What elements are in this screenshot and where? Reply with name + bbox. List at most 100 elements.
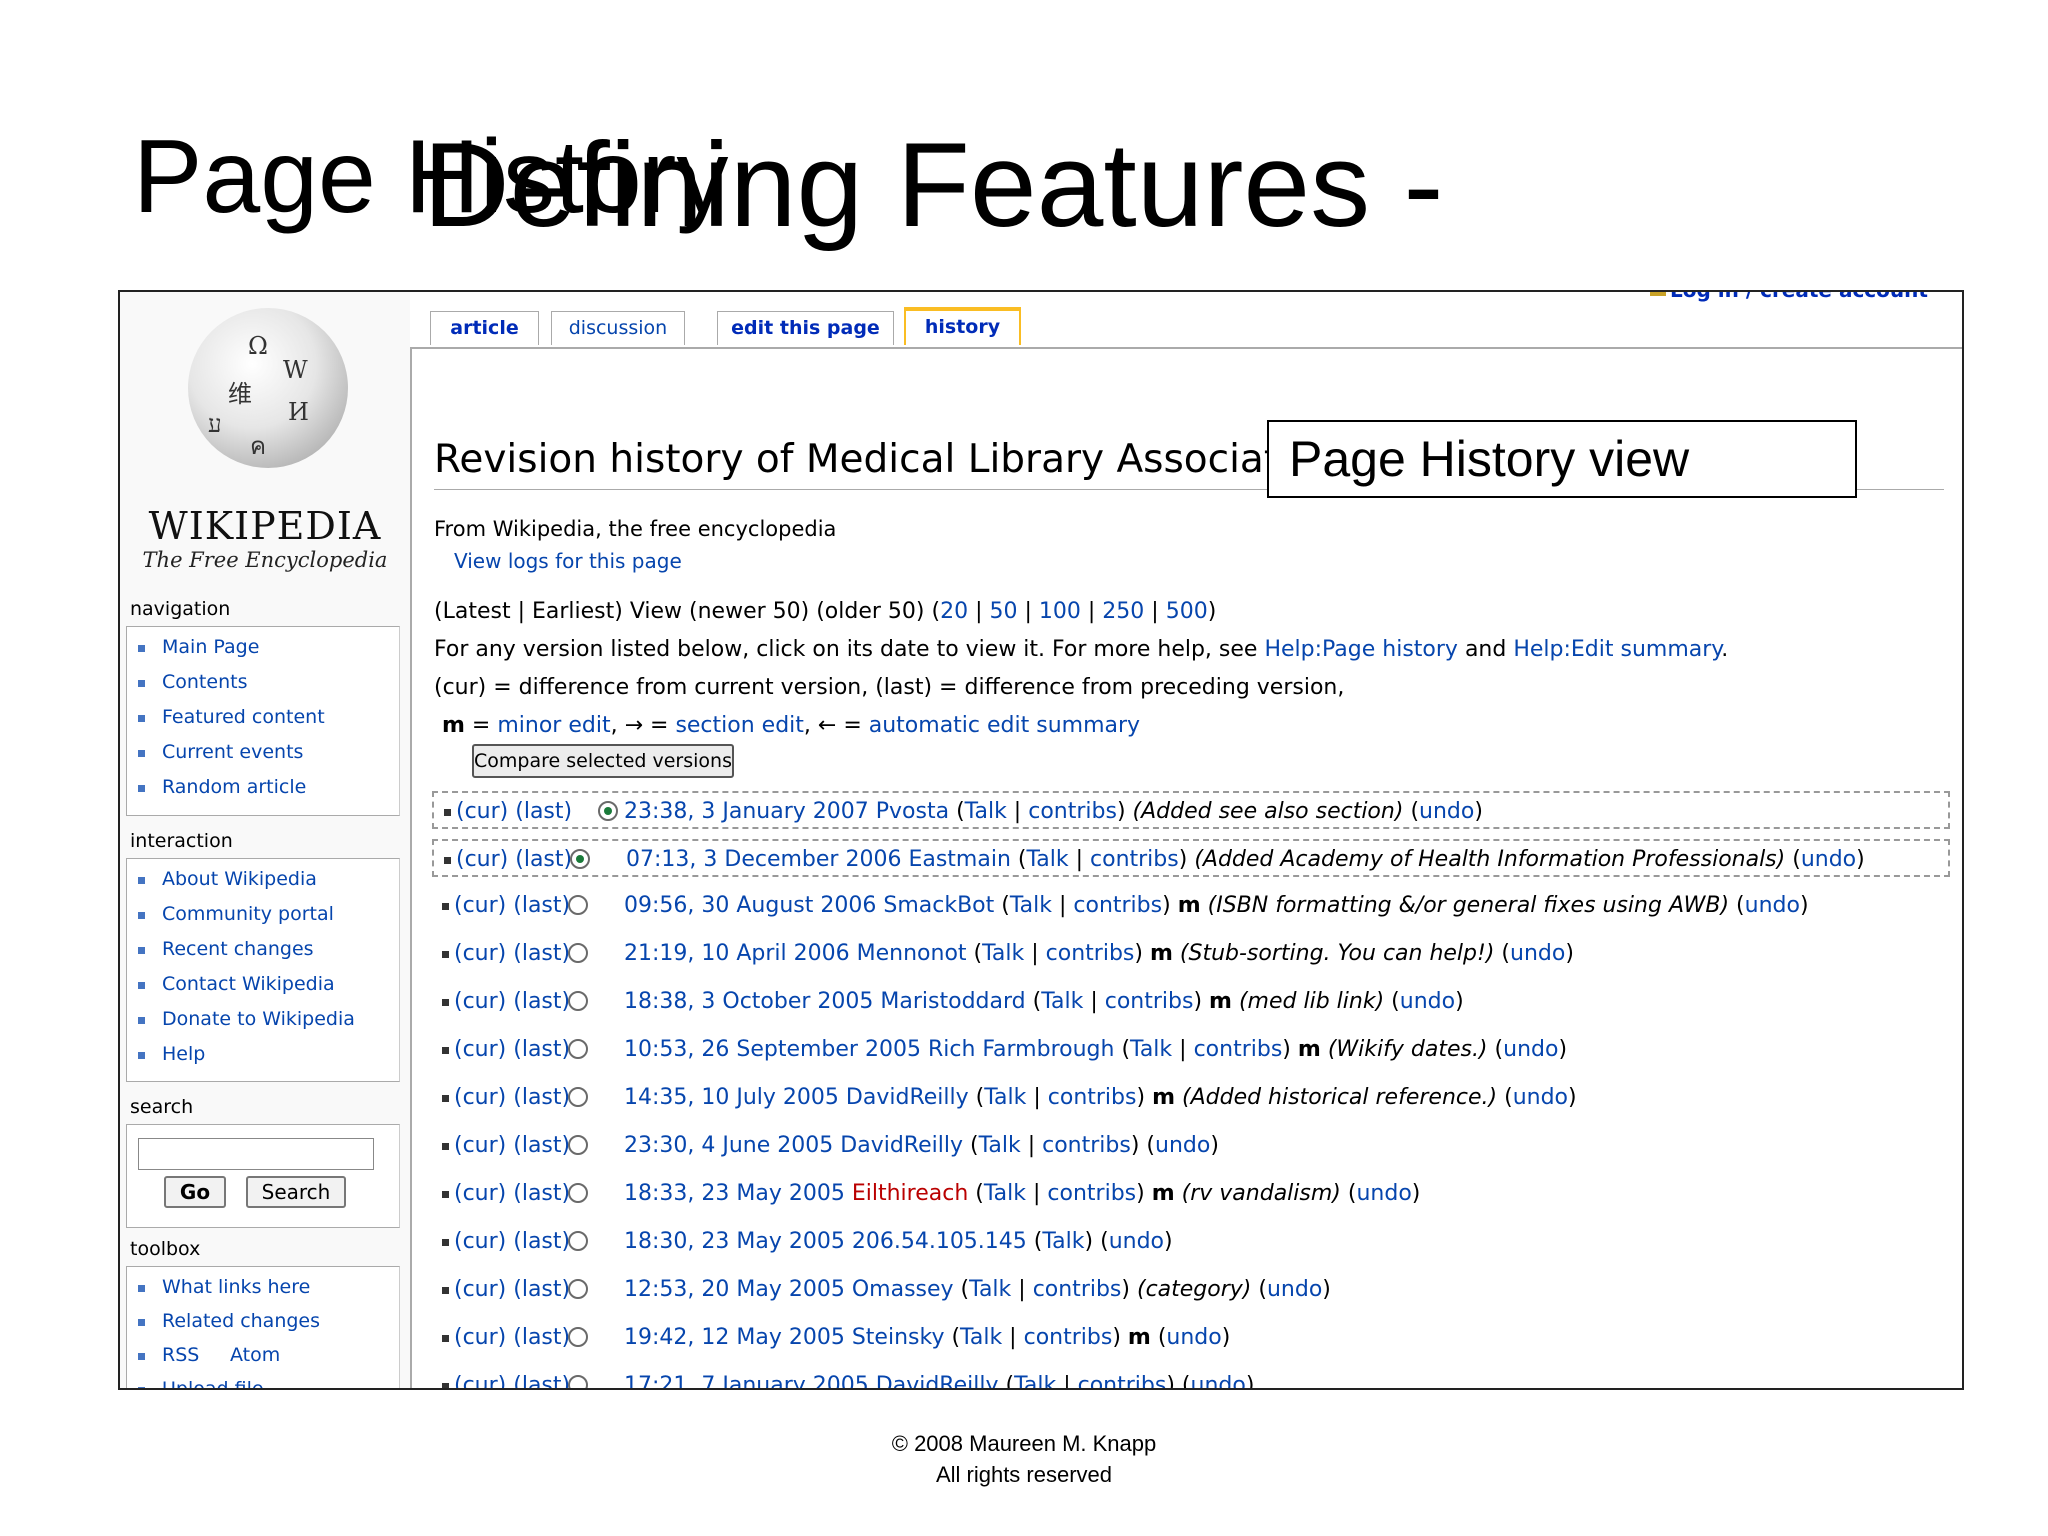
cur-diff-link[interactable]: (cur) — [456, 799, 508, 824]
revision-date-link[interactable]: 19:42, 12 May 2005 — [624, 1325, 845, 1350]
section-edit-link[interactable]: section edit — [675, 713, 803, 738]
undo-link[interactable]: undo — [1356, 1181, 1411, 1206]
revision-user-link[interactable]: 206.54.105.145 — [852, 1229, 1027, 1254]
last-diff-link[interactable]: (last) — [513, 1325, 570, 1350]
cur-diff-link[interactable]: (cur) — [454, 989, 506, 1014]
revision-user-link[interactable]: Omassey — [852, 1277, 954, 1302]
revision-date-link[interactable]: 14:35, 10 July 2005 — [624, 1085, 839, 1110]
user-contribs-link[interactable]: contribs — [1073, 893, 1162, 918]
cur-diff-link[interactable]: (cur) — [454, 1133, 506, 1158]
last-diff-link[interactable]: (last) — [513, 941, 570, 966]
revision-radio[interactable] — [568, 1087, 588, 1107]
undo-link[interactable]: undo — [1419, 799, 1474, 824]
search-input[interactable] — [138, 1138, 374, 1170]
cur-diff-link[interactable]: (cur) — [454, 1085, 506, 1110]
revision-radio[interactable] — [598, 801, 618, 821]
user-contribs-link[interactable]: contribs — [1047, 1181, 1136, 1206]
revision-date-link[interactable]: 21:19, 10 April 2006 — [624, 941, 850, 966]
revision-radio[interactable] — [568, 1231, 588, 1251]
user-contribs-link[interactable]: contribs — [1046, 941, 1135, 966]
tab-edit[interactable]: edit this page — [717, 311, 894, 345]
cur-diff-link[interactable]: (cur) — [454, 1229, 506, 1254]
revision-radio[interactable] — [568, 1375, 588, 1388]
revision-radio[interactable] — [568, 1135, 588, 1155]
sidebar-link[interactable]: Featured content — [162, 706, 325, 728]
undo-link[interactable]: undo — [1109, 1229, 1164, 1254]
undo-link[interactable]: undo — [1191, 1373, 1246, 1388]
login-link[interactable]: Log in / create account — [1670, 292, 1928, 302]
user-contribs-link[interactable]: contribs — [1078, 1373, 1167, 1388]
undo-link[interactable]: undo — [1400, 989, 1455, 1014]
last-diff-link[interactable]: (last) — [513, 1181, 570, 1206]
revision-date-link[interactable]: 18:33, 23 May 2005 — [624, 1181, 845, 1206]
revision-user-link[interactable]: DavidReilly — [876, 1373, 999, 1388]
user-contribs-link[interactable]: contribs — [1105, 989, 1194, 1014]
user-contribs-link[interactable]: contribs — [1194, 1037, 1283, 1062]
revision-radio[interactable] — [568, 1327, 588, 1347]
revision-date-link[interactable]: 10:53, 26 September 2005 — [624, 1037, 921, 1062]
last-diff-link[interactable]: (last) — [513, 989, 570, 1014]
undo-link[interactable]: undo — [1745, 893, 1800, 918]
sidebar-link[interactable]: Current events — [162, 741, 303, 763]
cur-diff-link[interactable]: (cur) — [454, 1373, 506, 1388]
user-talk-link[interactable]: Talk — [982, 941, 1024, 966]
wikipedia-logo[interactable]: Ω W 维 И ע ค WIKIPEDIA The Free Encyclope… — [140, 292, 390, 582]
last-diff-link[interactable]: (last) — [513, 1373, 570, 1388]
revision-user-link[interactable]: DavidReilly — [846, 1085, 969, 1110]
last-diff-link[interactable]: (last) — [515, 799, 572, 824]
revision-date-link[interactable]: 07:13, 3 December 2006 — [626, 847, 901, 872]
limit-250-link[interactable]: 250 — [1102, 599, 1144, 624]
revision-user-link[interactable]: Pvosta — [876, 799, 949, 824]
undo-link[interactable]: undo — [1503, 1037, 1558, 1062]
sidebar-link[interactable]: About Wikipedia — [162, 868, 317, 890]
user-talk-link[interactable]: Talk — [969, 1277, 1011, 1302]
automatic-summary-link[interactable]: automatic edit summary — [869, 713, 1140, 738]
revision-date-link[interactable]: 09:56, 30 August 2006 — [624, 893, 876, 918]
undo-link[interactable]: undo — [1513, 1085, 1568, 1110]
cur-diff-link[interactable]: (cur) — [454, 893, 506, 918]
revision-user-link[interactable]: Eastmain — [908, 847, 1010, 872]
user-talk-link[interactable]: Talk — [1014, 1373, 1056, 1388]
last-diff-link[interactable]: (last) — [513, 1277, 570, 1302]
limit-100-link[interactable]: 100 — [1039, 599, 1081, 624]
user-contribs-link[interactable]: contribs — [1042, 1133, 1131, 1158]
limit-50-link[interactable]: 50 — [989, 599, 1017, 624]
revision-date-link[interactable]: 17:21, 7 January 2005 — [624, 1373, 869, 1388]
sidebar-link[interactable]: Recent changes — [162, 938, 314, 960]
cur-diff-link[interactable]: (cur) — [454, 1277, 506, 1302]
undo-link[interactable]: undo — [1166, 1325, 1221, 1350]
user-talk-link[interactable]: Talk — [1026, 847, 1068, 872]
revision-date-link[interactable]: 18:38, 3 October 2005 — [624, 989, 873, 1014]
revision-date-link[interactable]: 18:30, 23 May 2005 — [624, 1229, 845, 1254]
user-contribs-link[interactable]: contribs — [1024, 1325, 1113, 1350]
user-contribs-link[interactable]: contribs — [1048, 1085, 1137, 1110]
cur-diff-link[interactable]: (cur) — [454, 1181, 506, 1206]
sidebar-link[interactable]: Contents — [162, 671, 247, 693]
cur-diff-link[interactable]: (cur) — [454, 941, 506, 966]
sidebar-link[interactable]: Help — [162, 1043, 205, 1065]
revision-radio[interactable] — [568, 895, 588, 915]
view-logs-link[interactable]: View logs for this page — [454, 549, 682, 573]
revision-radio[interactable] — [568, 1279, 588, 1299]
toolbox-link[interactable]: Related changes — [162, 1310, 320, 1332]
undo-link[interactable]: undo — [1155, 1133, 1210, 1158]
user-talk-link[interactable]: Talk — [965, 799, 1007, 824]
revision-radio[interactable] — [568, 1183, 588, 1203]
revision-user-link[interactable]: Mennonot — [857, 941, 967, 966]
sidebar-link[interactable]: Community portal — [162, 903, 334, 925]
cur-diff-link[interactable]: (cur) — [456, 847, 508, 872]
last-diff-link[interactable]: (last) — [515, 847, 572, 872]
user-talk-link[interactable]: Talk — [1130, 1037, 1172, 1062]
cur-diff-link[interactable]: (cur) — [454, 1325, 506, 1350]
minor-edit-link[interactable]: minor edit — [497, 713, 610, 738]
last-diff-link[interactable]: (last) — [513, 1037, 570, 1062]
limit-500-link[interactable]: 500 — [1166, 599, 1208, 624]
user-contribs-link[interactable]: contribs — [1033, 1277, 1122, 1302]
revision-user-link[interactable]: SmackBot — [883, 893, 994, 918]
undo-link[interactable]: undo — [1801, 847, 1856, 872]
user-contribs-link[interactable]: contribs — [1090, 847, 1179, 872]
last-diff-link[interactable]: (last) — [513, 1229, 570, 1254]
tab-discussion[interactable]: discussion — [551, 311, 685, 345]
search-button[interactable]: Search — [246, 1176, 346, 1208]
user-talk-link[interactable]: Talk — [979, 1133, 1021, 1158]
